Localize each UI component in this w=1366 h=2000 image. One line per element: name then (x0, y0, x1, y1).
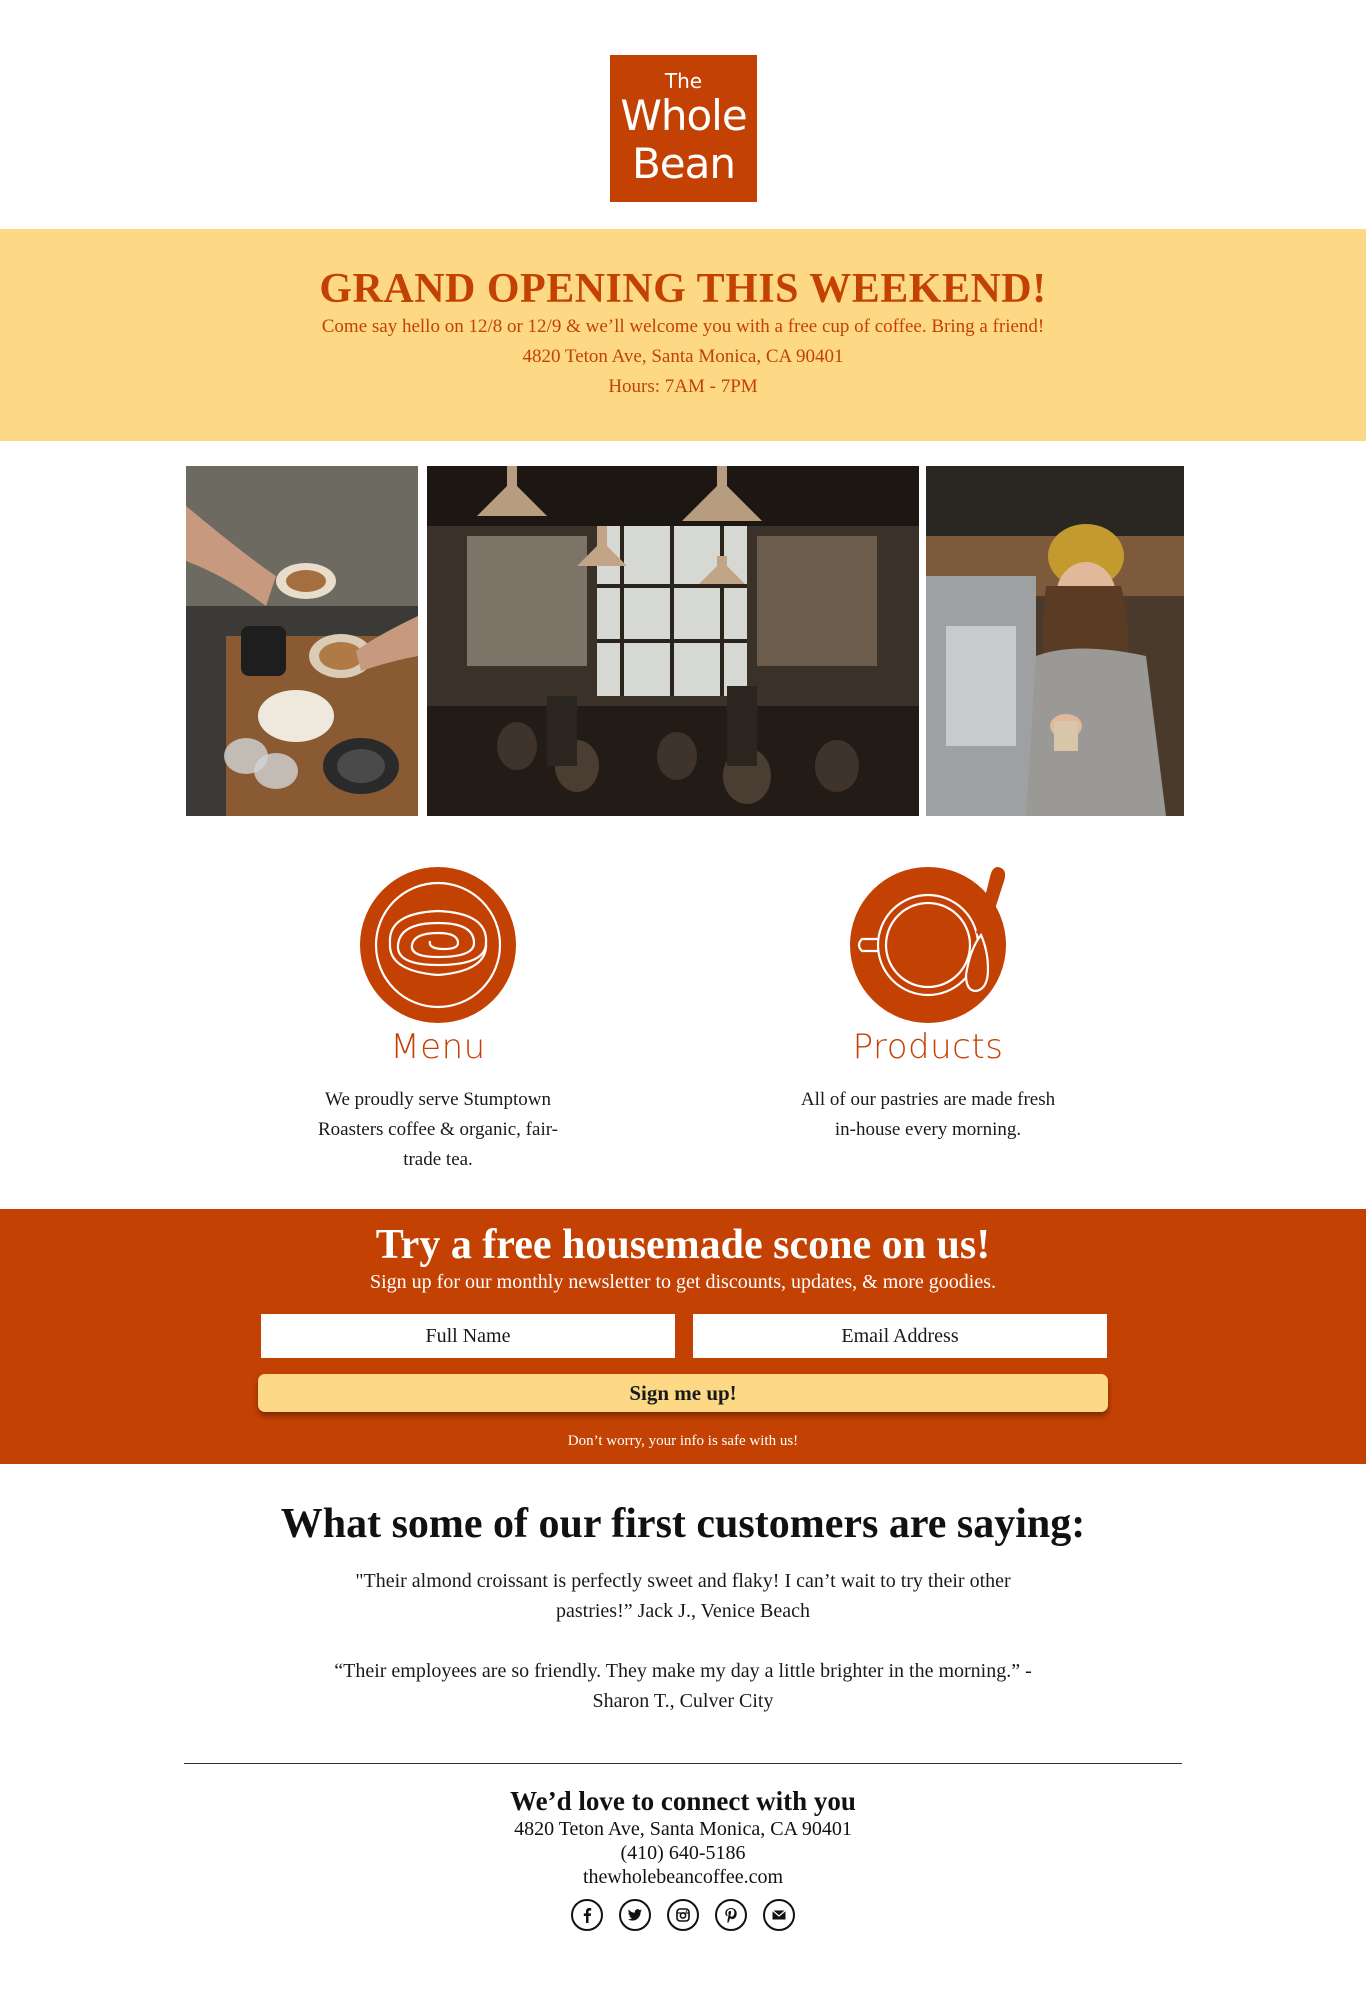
menu-description: We proudly serve Stumptown Roasters coff… (317, 1089, 558, 1170)
banner-invite-text: Come say hello on 12/8 or 12/9 & we’ll w… (321, 316, 1045, 337)
banner-hours: Hours: 7AM - 7PM (608, 376, 758, 397)
banner-headline: GRAND OPENING THIS WEEKEND! (319, 266, 1047, 312)
full-name-input[interactable] (261, 1314, 675, 1358)
footer: We’d love to connect with you 4820 Teton… (0, 1785, 1366, 1931)
testimonials-heading: What some of our first customers are say… (280, 1501, 1086, 1547)
facebook-icon[interactable] (571, 1899, 603, 1931)
newsletter-headline: Try a free housemade scone on us! (375, 1222, 991, 1268)
footer-divider (184, 1763, 1182, 1764)
products-title[interactable]: Products (788, 1027, 1068, 1067)
social-links (0, 1899, 1366, 1931)
testimonial-quote: "Their almond croissant is perfectly swe… (355, 1570, 1011, 1622)
banner-address: 4820 Teton Ave, Santa Monica, CA 90401 (522, 346, 844, 367)
logo-line-2: Whole (620, 91, 747, 140)
cafe-interior-photo (427, 466, 919, 816)
footer-address: 4820 Teton Ave, Santa Monica, CA 90401 (514, 1818, 852, 1840)
email-page: The Whole Bean GRAND OPENING THIS WEEKEN… (0, 0, 1366, 2000)
coffee-cups-photo (186, 466, 418, 816)
newsletter-signup: Try a free housemade scone on us! Sign u… (0, 1209, 1366, 1464)
barista-photo (926, 466, 1184, 816)
logo-line-1: The (664, 69, 703, 93)
twitter-icon[interactable] (619, 1899, 651, 1931)
pastry-icon[interactable] (358, 865, 518, 1025)
pinterest-icon[interactable] (715, 1899, 747, 1931)
logo-line-3: Bean (631, 139, 736, 188)
sign-up-button[interactable]: Sign me up! (258, 1374, 1108, 1412)
footer-website[interactable]: thewholebeancoffee.com (0, 1865, 1366, 1889)
footer-title: We’d love to connect with you (510, 1786, 856, 1816)
products-description: All of our pastries are made fresh in-ho… (800, 1089, 1056, 1140)
coffee-cup-icon[interactable] (848, 865, 1008, 1025)
testimonial-quote: “Their employees are so friendly. They m… (334, 1660, 1032, 1712)
menu-feature: Menu We proudly serve Stumptown Roasters… (298, 865, 578, 1175)
footer-phone[interactable]: (410) 640-5186 (0, 1841, 1366, 1865)
email-address-input[interactable] (693, 1314, 1107, 1358)
instagram-icon[interactable] (667, 1899, 699, 1931)
email-icon[interactable] (763, 1899, 795, 1931)
privacy-note: Don’t worry, your info is safe with us! (567, 1433, 799, 1449)
grand-opening-banner: GRAND OPENING THIS WEEKEND! Come say hel… (0, 229, 1366, 441)
testimonials: What some of our first customers are say… (0, 1500, 1366, 1716)
products-feature: Products All of our pastries are made fr… (788, 865, 1068, 1145)
menu-title[interactable]: Menu (298, 1027, 578, 1067)
newsletter-subline: Sign up for our monthly newsletter to ge… (369, 1271, 997, 1293)
brand-logo[interactable]: The Whole Bean (610, 55, 757, 202)
